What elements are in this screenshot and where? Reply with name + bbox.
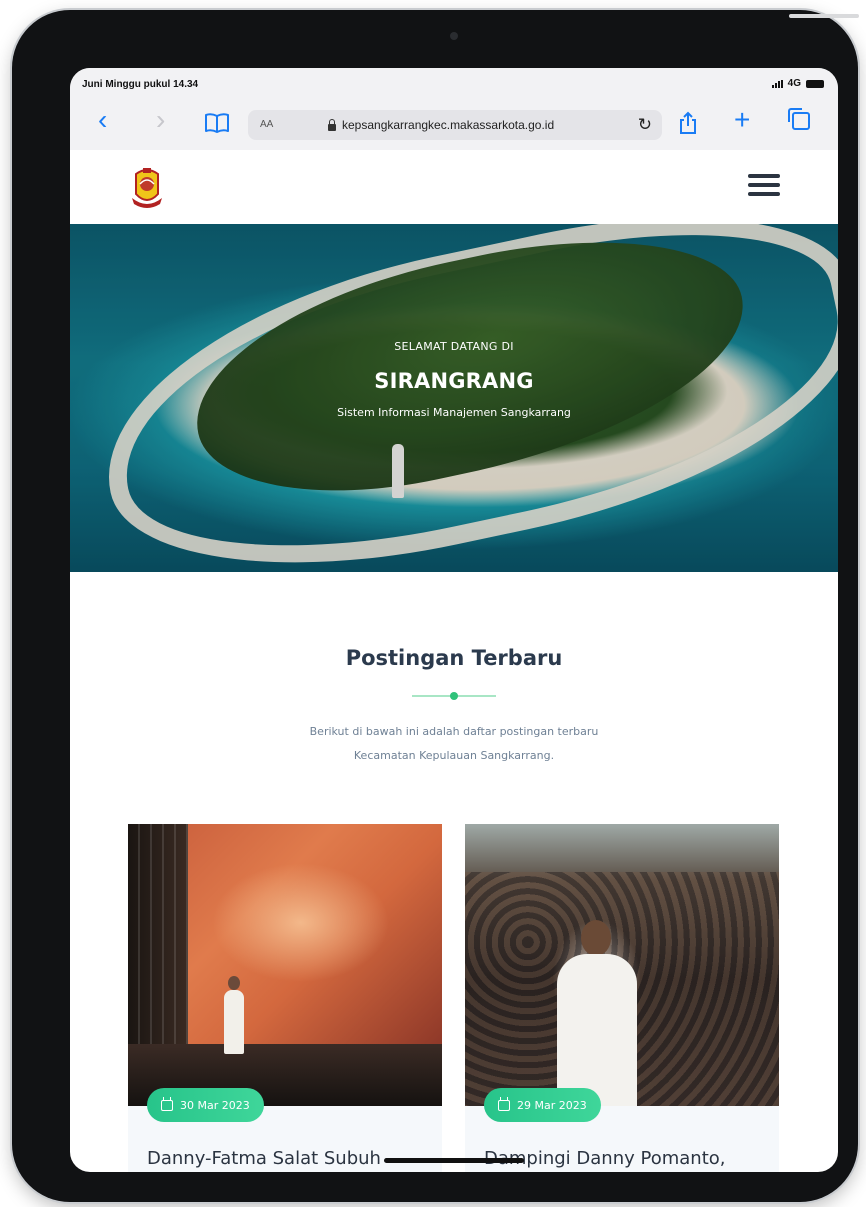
url-display[interactable]: kepsangkarrangkec.makassarkota.go.id	[328, 118, 554, 132]
signal-icon	[771, 79, 783, 88]
post-title[interactable]: Dampingi Danny Pomanto,	[484, 1148, 774, 1169]
network-label: 4G	[787, 78, 801, 89]
post-date-badge: 29 Mar 2023	[484, 1088, 601, 1122]
post-image[interactable]	[128, 824, 442, 1106]
forward-icon[interactable]: ›	[156, 106, 165, 134]
post-card[interactable]: 29 Mar 2023 Dampingi Danny Pomanto,	[465, 824, 779, 1172]
lock-icon	[328, 118, 336, 131]
post-card[interactable]: 30 Mar 2023 Danny-Fatma Salat Subuh	[128, 824, 442, 1172]
city-emblem-icon[interactable]	[128, 164, 166, 210]
post-date: 29 Mar 2023	[517, 1098, 587, 1112]
hero-kicker: SELAMAT DATANG DI	[394, 340, 514, 353]
hero-text: SELAMAT DATANG DI SIRANGRANG Sistem Info…	[70, 340, 838, 419]
description-line-2: Kecamatan Kepulauan Sangkarrang.	[353, 749, 555, 762]
power-button	[789, 14, 859, 18]
posts-section-title: Postingan Terbaru	[345, 646, 563, 670]
hero-banner: SELAMAT DATANG DI SIRANGRANG Sistem Info…	[70, 224, 838, 572]
screen: Juni Minggu pukul 14.34 4G ‹ › AA kepsan…	[70, 68, 838, 1172]
post-date-badge: 30 Mar 2023	[147, 1088, 264, 1122]
calendar-icon	[161, 1096, 173, 1111]
post-image[interactable]	[465, 824, 779, 1106]
back-icon[interactable]: ‹	[98, 106, 107, 134]
bookmarks-icon[interactable]	[204, 112, 230, 139]
hero-title: SIRANGRANG	[374, 369, 534, 393]
front-camera	[450, 32, 458, 40]
text-size-button[interactable]: AA	[260, 119, 273, 130]
status-indicators: 4G	[771, 78, 824, 89]
battery-icon	[806, 79, 824, 88]
tablet-frame: Juni Minggu pukul 14.34 4G ‹ › AA kepsan…	[12, 10, 859, 1202]
calendar-icon	[498, 1096, 510, 1111]
hamburger-menu-icon[interactable]	[748, 174, 780, 196]
reload-icon[interactable]: ↻	[638, 115, 652, 135]
tabs-icon[interactable]	[788, 108, 810, 130]
hero-subtitle: Sistem Informasi Manajemen Sangkarrang	[337, 406, 571, 419]
share-icon[interactable]	[678, 111, 698, 140]
site-header	[70, 150, 838, 224]
posts-section-description: Berikut di bawah ini adalah daftar posti…	[70, 720, 838, 768]
home-indicator	[384, 1158, 524, 1163]
url-text[interactable]: kepsangkarrangkec.makassarkota.go.id	[342, 118, 554, 132]
new-tab-icon[interactable]: +	[734, 106, 750, 134]
post-date: 30 Mar 2023	[180, 1098, 250, 1112]
status-bar: Juni Minggu pukul 14.34 4G	[70, 68, 838, 100]
address-bar[interactable]: AA kepsangkarrangkec.makassarkota.go.id …	[248, 110, 662, 140]
section-divider	[412, 692, 496, 700]
status-time: Juni Minggu pukul 14.34	[82, 79, 199, 90]
browser-toolbar: ‹ › AA kepsangkarrangkec.makassarkota.go…	[70, 100, 838, 151]
description-line-1: Berikut di bawah ini adalah daftar posti…	[309, 725, 599, 738]
